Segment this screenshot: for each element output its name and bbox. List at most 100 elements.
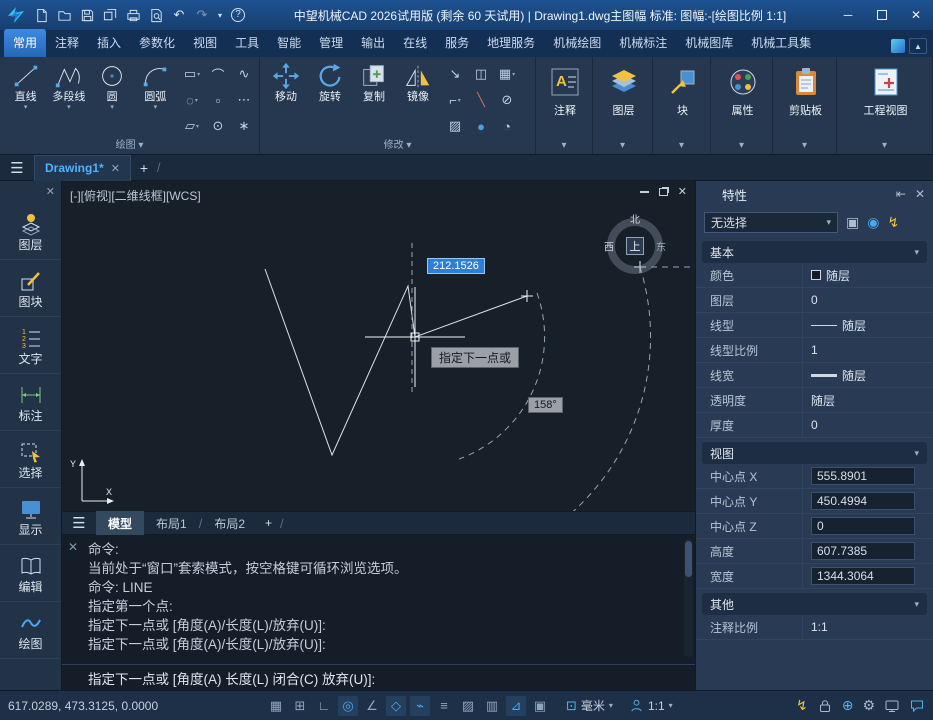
rotate-tool[interactable]: 旋转 — [308, 61, 352, 139]
clean-screen-icon[interactable] — [884, 698, 900, 714]
tab-mech-draw[interactable]: 机械绘图 — [544, 29, 610, 57]
layout-tab-model[interactable]: 模型 — [96, 511, 144, 536]
viewport-label[interactable]: [-][俯视][二维线框][WCS] — [70, 187, 201, 204]
collapse-ribbon-icon[interactable]: ▲ — [909, 38, 927, 54]
prop-row-lineweight[interactable]: 线宽 随层 — [696, 363, 933, 388]
compass-west[interactable]: 西 — [604, 239, 614, 254]
close-button[interactable]: ✕ — [899, 0, 933, 30]
tab-online[interactable]: 在线 — [394, 29, 436, 57]
viewport-restore-icon[interactable] — [659, 188, 668, 196]
command-scrollbar[interactable] — [684, 539, 693, 657]
small-tool-icon[interactable]: ↘ — [442, 61, 468, 87]
command-line-panel[interactable]: ✕ 命令: 当前处于“窗口”套索模式，按空格键可循环浏览选项。 命令: LINE… — [62, 535, 695, 690]
undo-icon[interactable]: ↶ — [168, 4, 190, 26]
maximize-button[interactable] — [865, 0, 899, 30]
prop-row-color[interactable]: 颜色 随层 — [696, 263, 933, 288]
polyline-tool[interactable]: 多段线 ▾ — [47, 61, 90, 139]
block-group-footer[interactable]: ▾ — [653, 139, 710, 154]
small-tool-icon[interactable]: ▨ — [442, 113, 468, 139]
small-tool-icon[interactable]: ◫ — [468, 61, 494, 87]
toggle-pickadd-icon[interactable]: ↯ — [887, 214, 899, 231]
sidebar-item-display[interactable]: 显示 — [0, 488, 61, 545]
crosshair-settings-icon[interactable]: ⊕ — [842, 697, 854, 714]
prop-value-input[interactable]: 450.4994 — [811, 492, 915, 510]
lineweight-toggle-icon[interactable]: ≡ — [434, 696, 454, 716]
autohide-pin-icon[interactable]: ⇤ — [896, 187, 906, 201]
osnap-toggle-icon[interactable]: ◇ — [386, 696, 406, 716]
draw-group-footer[interactable]: 绘图 ▾ — [0, 139, 259, 154]
mirror-tool[interactable]: 镜像 — [396, 61, 440, 139]
print-preview-icon[interactable] — [145, 4, 167, 26]
prop-value-input[interactable]: 607.7385 — [811, 542, 915, 560]
circle-tool[interactable]: 圆 ▾ — [91, 61, 134, 139]
prop-row-center-z[interactable]: 中心点 Z 0 — [696, 514, 933, 539]
prop-row-linetype-scale[interactable]: 线型比例 1 — [696, 338, 933, 363]
annotation-scale-selector[interactable]: 1:1 ▾ — [629, 698, 673, 713]
tab-mech-dim[interactable]: 机械标注 — [610, 29, 676, 57]
help-icon[interactable]: ? — [227, 4, 249, 26]
otrack-toggle-icon[interactable]: ⌁ — [410, 696, 430, 716]
snap-toggle-icon[interactable]: ⊞ — [290, 696, 310, 716]
prop-value-input[interactable]: 555.8901 — [811, 467, 915, 485]
layout-tab-1[interactable]: 布局1 — [144, 511, 199, 536]
tab-smart[interactable]: 智能 — [268, 29, 310, 57]
selection-dropdown[interactable]: 无选择 ▾ — [704, 212, 838, 233]
prop-row-height[interactable]: 高度 607.7385 — [696, 539, 933, 564]
compass-north[interactable]: 北 — [630, 211, 640, 226]
sidebar-item-block[interactable]: 图块 — [0, 260, 61, 317]
tab-annotate[interactable]: 注释 — [46, 29, 88, 57]
section-header-view[interactable]: 视图▾ — [702, 442, 927, 464]
sidebar-item-draw[interactable]: 绘图 — [0, 602, 61, 659]
sidebar-item-edit[interactable]: 编辑 — [0, 545, 61, 602]
annotation-toggle-icon[interactable]: ▣ — [530, 696, 550, 716]
tab-view[interactable]: 视图 — [184, 29, 226, 57]
erase-tool-icon[interactable]: ╲ — [468, 87, 494, 113]
prop-row-width[interactable]: 宽度 1344.3064 — [696, 564, 933, 589]
section-header-basic[interactable]: 基本▾ — [702, 241, 927, 263]
lock-ui-icon[interactable] — [817, 698, 833, 714]
quick-select-icon[interactable]: ▣ — [846, 214, 859, 231]
tab-service[interactable]: 服务 — [436, 29, 478, 57]
prop-row-annotation-scale[interactable]: 注释比例 1:1 — [696, 615, 933, 640]
prop-row-thickness[interactable]: 厚度 0 — [696, 413, 933, 438]
small-tool-icon[interactable]: ⊙ — [205, 113, 231, 139]
caret-down-icon[interactable]: ▾ — [154, 104, 158, 111]
style-manager-icon[interactable] — [891, 39, 905, 53]
arc-tool[interactable]: 圆弧 ▾ — [134, 61, 177, 139]
close-document-icon[interactable]: ✕ — [111, 162, 120, 175]
dynamic-input-field[interactable]: 212.1526 — [427, 258, 485, 274]
sidebar-item-dimension[interactable]: 标注 — [0, 374, 61, 431]
move-tool[interactable]: 移动 — [264, 61, 308, 139]
chat-feedback-icon[interactable] — [909, 698, 925, 714]
small-tool-icon[interactable]: ▫ — [205, 87, 231, 113]
compass-top-view[interactable]: 上 — [626, 237, 644, 255]
new-file-icon[interactable] — [30, 4, 52, 26]
tab-home[interactable]: 常用 — [4, 29, 46, 57]
sidebar-item-layer[interactable]: 图层 — [0, 203, 61, 260]
prop-row-center-x[interactable]: 中心点 X 555.8901 — [696, 464, 933, 489]
transparency-toggle-icon[interactable]: ▨ — [458, 696, 478, 716]
command-scroll-thumb[interactable] — [685, 541, 692, 577]
prop-row-transparency[interactable]: 透明度 随层 — [696, 388, 933, 413]
open-folder-icon[interactable] — [53, 4, 75, 26]
save-icon[interactable] — [76, 4, 98, 26]
print-icon[interactable] — [122, 4, 144, 26]
small-tool-icon[interactable]: ◔ — [494, 113, 520, 139]
tab-mech-lib[interactable]: 机械图库 — [676, 29, 742, 57]
annotate-group-footer[interactable]: ▾ — [536, 139, 592, 154]
prop-row-linetype[interactable]: 线型 随层 — [696, 313, 933, 338]
caret-down-icon[interactable]: ▾ — [110, 104, 114, 111]
match-properties-icon[interactable]: ● — [468, 113, 494, 139]
ortho-toggle-icon[interactable]: ∟ — [314, 696, 334, 716]
small-tool-icon[interactable]: ∿ — [231, 61, 257, 87]
qat-dropdown-icon[interactable]: ▾ — [214, 4, 226, 26]
grid-toggle-icon[interactable]: ▦ — [266, 696, 286, 716]
tab-manage[interactable]: 管理 — [310, 29, 352, 57]
dynamic-input-toggle-icon[interactable]: ⊿ — [506, 696, 526, 716]
navigation-compass[interactable]: 北 西 东 上 — [600, 211, 670, 281]
layout-tab-2[interactable]: 布局2 — [202, 511, 257, 536]
redo-icon[interactable]: ↷ — [191, 4, 213, 26]
clipboard-button[interactable]: 剪贴板 — [777, 61, 834, 139]
prop-value-input[interactable]: 1344.3064 — [811, 567, 915, 585]
document-tab[interactable]: Drawing1* ✕ — [34, 155, 131, 181]
